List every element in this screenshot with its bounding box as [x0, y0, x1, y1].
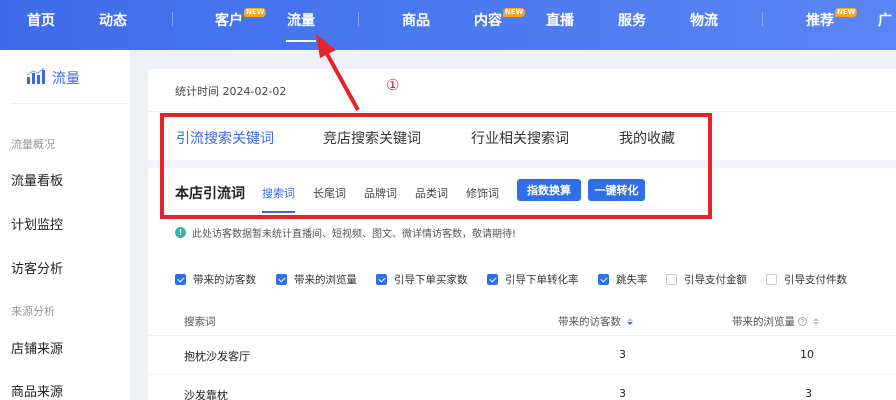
annotation-arrow-icon: [316, 34, 360, 111]
